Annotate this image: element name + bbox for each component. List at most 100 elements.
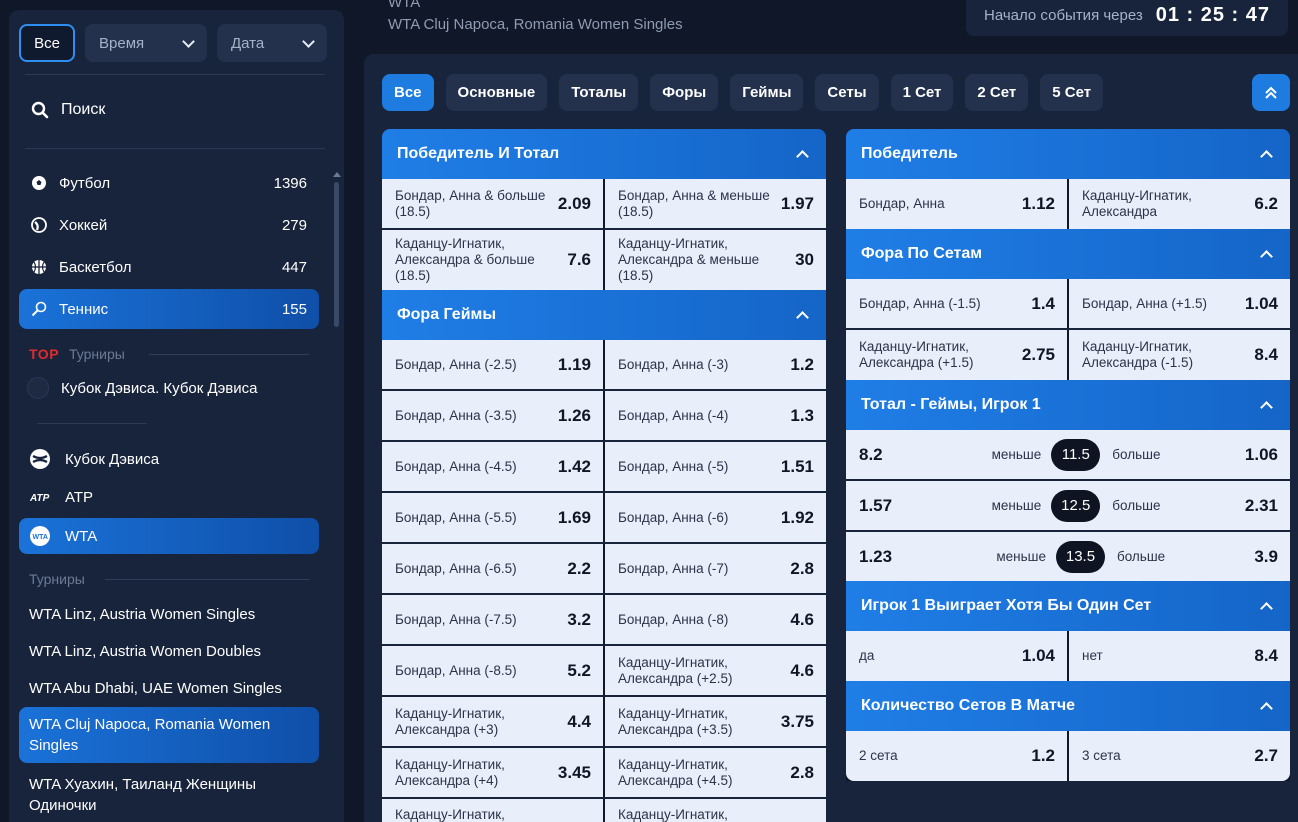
sidebar-item-basketball[interactable]: Баскетбол 447 xyxy=(19,247,319,287)
sidebar-item-davis-cup[interactable]: Кубок Дэвиса xyxy=(19,441,319,477)
chevron-up-icon[interactable] xyxy=(1260,150,1273,163)
chevron-up-icon[interactable] xyxy=(796,150,809,163)
sidebar-item-wta[interactable]: WTA WTA xyxy=(19,518,319,554)
odds-cell[interactable]: Бондар, Анна & больше (18.5) 2.09 xyxy=(382,179,603,228)
odds-cell[interactable]: нет 8.4 xyxy=(1069,631,1290,681)
under-odd[interactable]: 1.23 xyxy=(859,547,979,567)
tab-set-2[interactable]: 2 Сет xyxy=(965,74,1029,111)
odds-cell[interactable]: Каданцу-Игнатик, Александра 6.2 xyxy=(1069,179,1290,229)
odds-row: Бондар, Анна (-8.5) 5.2 Каданцу-Игнатик, … xyxy=(382,646,826,695)
outcome-name: Бондар, Анна (-8) xyxy=(618,611,729,627)
over-odd[interactable]: 3.9 xyxy=(1254,547,1278,567)
outcome-name: Бондар, Анна (-5.5) xyxy=(395,509,517,525)
odds-cell[interactable]: Каданцу-Игнатик, Александра (+1.5) 2.75 xyxy=(846,330,1067,380)
chevron-up-icon[interactable] xyxy=(1260,702,1273,715)
sidebar-item-hockey[interactable]: Хоккей 279 xyxy=(19,205,319,245)
chevron-up-icon[interactable] xyxy=(1260,401,1273,414)
under-label: меньше xyxy=(996,549,1046,564)
odds-cell[interactable]: Бондар, Анна (-6.5) 2.2 xyxy=(382,544,603,593)
outcome-odd: 4.6 xyxy=(790,660,814,680)
odds-cell[interactable]: Бондар, Анна (-1.5) 1.4 xyxy=(846,279,1067,328)
odds-cell[interactable]: Каданцу-Игнатик, Александра (+3.5) 3.75 xyxy=(605,697,826,746)
chevron-up-icon[interactable] xyxy=(1260,602,1273,615)
filter-all-button[interactable]: Все xyxy=(19,24,75,62)
tab-handicaps[interactable]: Форы xyxy=(650,74,719,111)
filter-time-label: Время xyxy=(99,34,145,52)
sidebar-item-atp[interactable]: ATP ATP xyxy=(19,479,319,515)
sidebar-item-tennis[interactable]: Теннис 155 xyxy=(19,289,319,329)
scroll-up-arrow[interactable] xyxy=(333,172,341,177)
odds-cell[interactable]: Бондар, Анна (-4) 1.3 xyxy=(605,391,826,440)
league-item[interactable]: WTA Хуахин, Таиланд Женщины Одиночки xyxy=(19,774,319,816)
sidebar-item-football[interactable]: Футбол 1396 xyxy=(19,163,319,203)
odds-cell[interactable]: Бондар, Анна (-2.5) 1.19 xyxy=(382,340,603,389)
outcome-odd: 6.2 xyxy=(1254,194,1278,213)
odds-cell[interactable]: Каданцу-Игнатик, Александра (+4) 3.45 xyxy=(382,748,603,797)
sidebar-scrollbar[interactable] xyxy=(334,182,339,327)
chevron-up-icon[interactable] xyxy=(1260,250,1273,263)
league-item[interactable]: WTA Linz, Austria Women Doubles xyxy=(19,641,319,662)
filter-time-select[interactable]: Время xyxy=(85,24,207,62)
under-odd[interactable]: 1.57 xyxy=(859,496,979,516)
odds-cell[interactable]: Бондар, Анна (-8.5) 5.2 xyxy=(382,646,603,695)
odds-cell[interactable]: Бондар, Анна (-7.5) 3.2 xyxy=(382,595,603,644)
tab-sets[interactable]: Сеты xyxy=(815,74,879,111)
league-item-active[interactable]: WTA Cluj Napoca, Romania Women Singles xyxy=(19,707,319,763)
tournaments-label: Турниры xyxy=(29,571,85,587)
odds-cell[interactable]: Бондар, Анна (-8) 4.6 xyxy=(605,595,826,644)
tennis-icon xyxy=(31,301,47,317)
odds-cell[interactable]: Бондар, Анна (+1.5) 1.04 xyxy=(1069,279,1290,328)
under-label: меньше xyxy=(991,498,1042,513)
filter-date-select[interactable]: Дата xyxy=(217,24,327,62)
sidebar-item-label: ATP xyxy=(65,488,94,506)
market-header[interactable]: Победитель И Тотал xyxy=(382,129,826,179)
outcome-odd: 4.4 xyxy=(567,711,591,731)
odds-cell[interactable]: Бондар, Анна (-6) 1.92 xyxy=(605,493,826,542)
market-header[interactable]: Победитель xyxy=(846,129,1290,179)
odds-cell[interactable]: Каданцу-Игнатик, Александра (+3) 4.4 xyxy=(382,697,603,746)
tab-games[interactable]: Геймы xyxy=(730,74,804,111)
odds-cell[interactable]: Бондар, Анна 1.12 xyxy=(846,179,1067,229)
under-odd[interactable]: 8.2 xyxy=(859,445,979,465)
odds-cell[interactable]: 3 сета 2.7 xyxy=(1069,731,1290,781)
odds-cell[interactable]: да 1.04 xyxy=(846,631,1067,681)
tab-set-5[interactable]: 5 Сет xyxy=(1040,74,1104,111)
odds-cell[interactable]: Каданцу-Игнатик, Александра & больше (18… xyxy=(382,230,603,290)
outcome-odd: 2.8 xyxy=(790,762,814,782)
odds-cell[interactable]: Каданцу-Игнатик, Александра (+2.5) 4.6 xyxy=(605,646,826,695)
event-sport: WTA xyxy=(388,0,421,11)
odds-cell[interactable]: Каданцу-Игнатик, Александра xyxy=(382,799,603,822)
odds-cell[interactable]: Бондар, Анна (-5) 1.51 xyxy=(605,442,826,491)
market-header[interactable]: Количество Сетов В Матче xyxy=(846,681,1290,731)
odds-cell[interactable]: Бондар, Анна & меньше (18.5) 1.97 xyxy=(605,179,826,228)
odds-cell[interactable]: Каданцу-Игнатик, Александра xyxy=(605,799,826,822)
odds-cell[interactable]: Бондар, Анна (-3) 1.2 xyxy=(605,340,826,389)
market-header[interactable]: Фора Геймы xyxy=(382,290,826,340)
odds-cell[interactable]: Каданцу-Игнатик, Александра (+4.5) 2.8 xyxy=(605,748,826,797)
outcome-odd: 1.04 xyxy=(1021,646,1055,665)
odds-cell[interactable]: Бондар, Анна (-4.5) 1.42 xyxy=(382,442,603,491)
tab-set-1[interactable]: 1 Сет xyxy=(890,74,954,111)
over-odd[interactable]: 2.31 xyxy=(1245,496,1278,516)
market-header[interactable]: Фора По Сетам xyxy=(846,229,1290,279)
search-button[interactable]: Поиск xyxy=(31,101,105,119)
odds-cell[interactable]: Каданцу-Игнатик, Александра & меньше (18… xyxy=(605,230,826,290)
market-header[interactable]: Игрок 1 Выиграет Хотя Бы Один Сет xyxy=(846,581,1290,631)
over-odd[interactable]: 1.06 xyxy=(1245,445,1278,465)
sidebar-item-label: Хоккей xyxy=(59,216,108,234)
odds-cell[interactable]: Каданцу-Игнатик, Александра (-1.5) 8.4 xyxy=(1069,330,1290,380)
odds-cell[interactable]: 2 сета 1.2 xyxy=(846,731,1067,781)
odds-cell[interactable]: Бондар, Анна (-3.5) 1.26 xyxy=(382,391,603,440)
collapse-all-button[interactable] xyxy=(1252,74,1290,111)
market-header[interactable]: Тотал - Геймы, Игрок 1 xyxy=(846,380,1290,430)
tab-all[interactable]: Все xyxy=(382,74,434,111)
odds-cell[interactable]: Бондар, Анна (-5.5) 1.69 xyxy=(382,493,603,542)
odds-cell[interactable]: Бондар, Анна (-7) 2.8 xyxy=(605,544,826,593)
top-cup-item[interactable]: Кубок Дэвиса. Кубок Дэвиса xyxy=(27,377,257,399)
tab-totals[interactable]: Тоталы xyxy=(559,74,639,111)
league-item[interactable]: WTA Linz, Austria Women Singles xyxy=(19,604,319,625)
tab-main[interactable]: Основные xyxy=(445,74,548,111)
league-item[interactable]: WTA Abu Dhabi, UAE Women Singles xyxy=(19,678,319,699)
chevron-up-icon[interactable] xyxy=(796,311,809,324)
sidebar-item-count: 447 xyxy=(281,258,307,276)
